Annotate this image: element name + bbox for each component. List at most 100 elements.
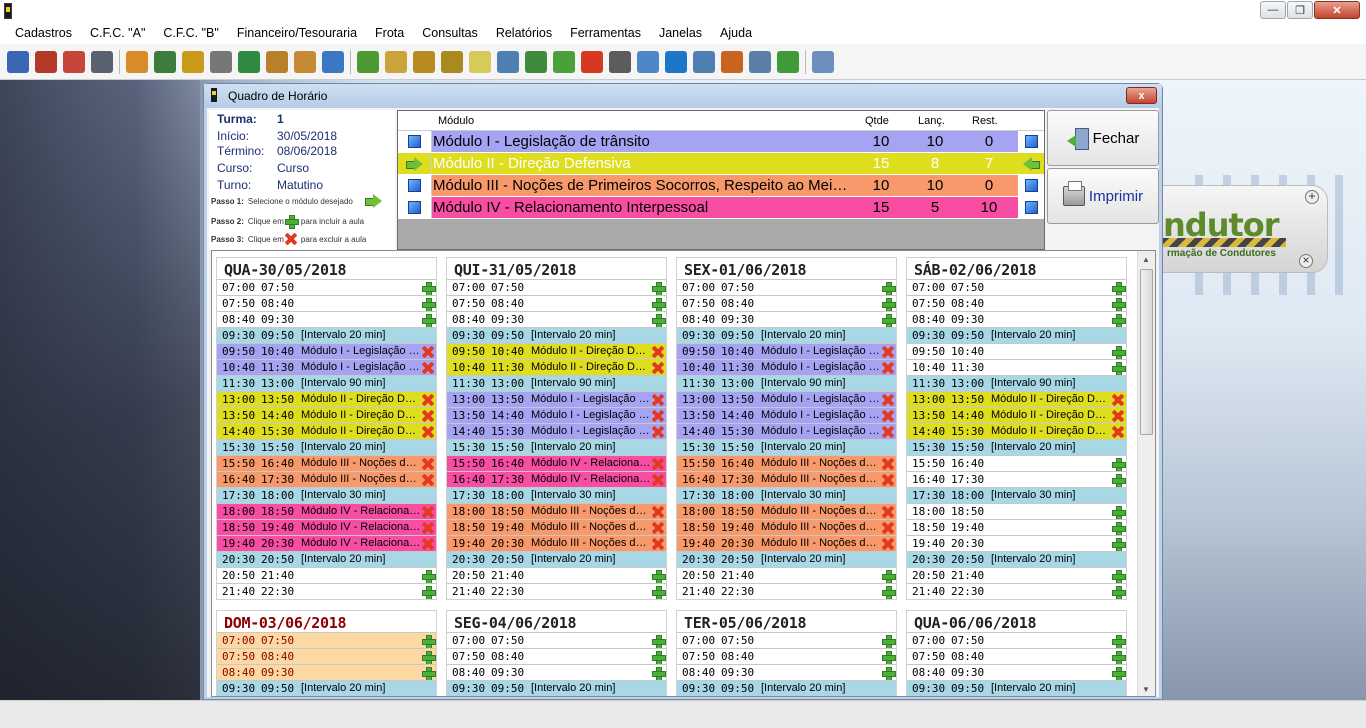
time-slot[interactable]: 18:50 19:40 Módulo III - Noções de Primeir… [447,519,666,535]
time-slot[interactable]: 10:40 11:30 [907,359,1126,375]
add-lesson-icon[interactable] [881,569,896,583]
add-lesson-icon[interactable] [1111,281,1126,295]
dialog-close-button[interactable]: x [1126,87,1157,104]
time-slot[interactable]: 13:50 14:40 Módulo I - Legislação de trâns… [447,407,666,423]
remove-lesson-icon[interactable] [881,393,895,407]
time-slot[interactable]: 08:40 09:30 [907,664,1126,680]
time-slot[interactable]: 07:00 07:50 [217,279,436,295]
remove-lesson-icon[interactable] [421,457,435,471]
time-slot[interactable]: 18:00 18:50 Módulo III - Noções de Primeir… [677,503,896,519]
module-row[interactable]: Módulo II - Direção Defensiva 15 8 7 [398,153,1044,175]
time-slot[interactable]: 07:00 07:50 [217,632,436,648]
add-lesson-icon[interactable] [421,666,436,680]
time-slot[interactable]: 07:00 07:50 [677,632,896,648]
chart-icon[interactable] [553,50,575,73]
remove-lesson-icon[interactable] [651,521,665,535]
remove-lesson-icon[interactable] [651,409,665,423]
time-slot[interactable]: 13:50 14:40 Módulo II - Direção Defensiva [907,407,1126,423]
add-lesson-icon[interactable] [1111,634,1126,648]
time-slot[interactable]: 20:50 21:40 [447,567,666,583]
module-row[interactable]: Módulo III - Noções de Primeiros Socorro… [398,175,1044,197]
add-lesson-icon[interactable] [881,281,896,295]
money-bag-add-icon[interactable] [441,50,463,73]
add-lesson-icon[interactable] [651,569,666,583]
remove-lesson-icon[interactable] [421,361,435,375]
time-slot[interactable]: 14:40 15:30 Módulo II - Direção Defensiva [217,423,436,439]
remove-lesson-icon[interactable] [1111,425,1125,439]
time-slot[interactable]: 18:50 19:40 Módulo IV - Relacionamento Int… [217,519,436,535]
remove-lesson-icon[interactable] [881,473,895,487]
time-slot[interactable]: 07:50 08:40 [217,648,436,664]
remove-lesson-icon[interactable] [651,345,665,359]
book-gray-icon[interactable] [210,50,232,73]
add-lesson-icon[interactable] [651,634,666,648]
truck-icon[interactable] [35,50,57,73]
add-lesson-icon[interactable] [651,297,666,311]
money-icon[interactable] [357,50,379,73]
time-slot[interactable]: 18:00 18:50 [907,503,1126,519]
remove-lesson-icon[interactable] [421,425,435,439]
time-slot[interactable]: 16:40 17:30 Módulo III - Noções de Primeir… [677,471,896,487]
fire-extinguisher-icon[interactable] [581,50,603,73]
add-lesson-icon[interactable] [881,666,896,680]
add-lesson-icon[interactable] [1111,361,1126,375]
time-slot[interactable]: 09:50 10:40 [907,343,1126,359]
time-slot[interactable]: 13:00 13:50 Módulo I - Legislação de trâns… [447,391,666,407]
time-slot[interactable]: 18:50 19:40 Módulo III - Noções de Primeir… [677,519,896,535]
time-slot[interactable]: 08:40 09:30 [217,311,436,327]
time-slot[interactable]: 15:50 16:40 Módulo III - Noções de Primeir… [677,455,896,471]
remove-lesson-icon[interactable] [881,537,895,551]
shop-icon[interactable] [63,50,85,73]
remove-lesson-icon[interactable] [651,393,665,407]
time-slot[interactable]: 14:40 15:30 Módulo II - Direção Defensiva [907,423,1126,439]
remove-lesson-icon[interactable] [651,361,665,375]
remove-lesson-icon[interactable] [421,345,435,359]
time-slot[interactable]: 21:40 22:30 [677,583,896,599]
time-slot[interactable]: 09:50 10:40 Módulo I - Legislação de trâns… [217,343,436,359]
add-lesson-icon[interactable] [1111,666,1126,680]
time-slot[interactable]: 13:50 14:40 Módulo I - Legislação de trâns… [677,407,896,423]
gears-icon[interactable] [749,50,771,73]
add-lesson-icon[interactable] [881,634,896,648]
remove-lesson-icon[interactable] [881,409,895,423]
time-slot[interactable]: 16:40 17:30 Módulo III - Noções de Primeir… [217,471,436,487]
time-slot[interactable]: 19:40 20:30 Módulo IV - Relacionamento Int… [217,535,436,551]
time-slot[interactable]: 13:00 13:50 Módulo II - Direção Defensiva [907,391,1126,407]
time-slot[interactable]: 07:50 08:40 [677,295,896,311]
document-icon[interactable] [154,50,176,73]
add-lesson-icon[interactable] [881,313,896,327]
add-lesson-icon[interactable] [651,313,666,327]
remove-lesson-icon[interactable] [881,425,895,439]
add-lesson-icon[interactable] [421,650,436,664]
time-slot[interactable]: 13:00 13:50 Módulo I - Legislação de trâns… [677,391,896,407]
time-slot[interactable]: 15:50 16:40 Módulo III - Noções de Primeir… [217,455,436,471]
remove-lesson-icon[interactable] [651,457,665,471]
remove-lesson-icon[interactable] [421,393,435,407]
time-slot[interactable]: 19:40 20:30 [907,535,1126,551]
add-lesson-icon[interactable] [651,281,666,295]
car-icon[interactable] [91,50,113,73]
minimize-button[interactable]: — [1260,1,1286,19]
time-slot[interactable]: 10:40 11:30 Módulo I - Legislação de trâns… [677,359,896,375]
time-slot[interactable]: 16:40 17:30 Módulo IV - Relacionamento Int… [447,471,666,487]
add-lesson-icon[interactable] [421,634,436,648]
remove-lesson-icon[interactable] [421,521,435,535]
users-icon[interactable] [7,50,29,73]
menu-item-4[interactable]: Frota [366,26,413,40]
time-slot[interactable]: 13:50 14:40 Módulo II - Direção Defensiva [217,407,436,423]
add-lesson-icon[interactable] [1111,537,1126,551]
vertical-scrollbar[interactable]: ▲ ▼ [1137,251,1155,696]
book-icon[interactable] [182,50,204,73]
module-row[interactable]: Módulo I - Legislação de trânsito 10 10 0 [398,131,1044,153]
add-lesson-icon[interactable] [421,585,436,599]
scroll-up-icon[interactable]: ▲ [1142,255,1150,264]
add-lesson-icon[interactable] [1111,297,1126,311]
scroll-down-icon[interactable]: ▼ [1142,685,1150,694]
tools-icon[interactable] [266,50,288,73]
time-slot[interactable]: 09:50 10:40 Módulo II - Direção Defensiva [447,343,666,359]
menu-item-7[interactable]: Ferramentas [561,26,650,40]
phone-icon[interactable] [609,50,631,73]
time-slot[interactable]: 07:00 07:50 [447,279,666,295]
add-lesson-icon[interactable] [881,297,896,311]
add-lesson-icon[interactable] [881,650,896,664]
